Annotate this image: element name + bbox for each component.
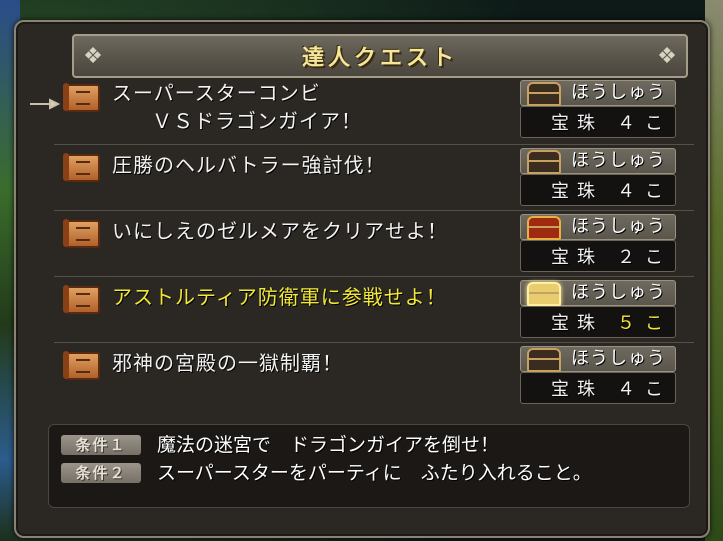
condition-text: 魔法の迷宮で ドラゴンガイアを倒せ！: [157, 434, 500, 456]
reward-box: ほうしゅう 宝珠 ４こ: [520, 80, 676, 138]
reward-header: ほうしゅう: [520, 80, 676, 106]
window-title: 達人クエスト: [301, 46, 458, 71]
reward-box: ほうしゅう 宝珠 ４こ: [520, 148, 676, 206]
quest-title: スーパースターコンビ: [112, 81, 321, 105]
treasure-chest-icon: [527, 82, 561, 106]
treasure-chest-icon: [527, 150, 561, 174]
quest-item-superstar-combi[interactable]: スーパースターコンビ ＶＳドラゴンガイア！ ほうしゅう 宝珠 ４こ: [54, 76, 694, 145]
quest-title: 圧勝のヘルバトラー強討伐！: [112, 153, 386, 177]
reward-label: ほうしゅう: [571, 282, 666, 303]
reward-item-name: 宝珠: [551, 247, 603, 268]
reward-body: 宝珠 ４こ: [520, 174, 676, 206]
quest-item-evil-god-palace[interactable]: 邪神の宮殿の一獄制覇！ ほうしゅう 宝珠 ４こ: [54, 342, 694, 408]
reward-label: ほうしゅう: [571, 82, 666, 103]
reward-count: ５こ: [617, 313, 673, 334]
reward-body: 宝珠 ２こ: [520, 240, 676, 272]
scroll-icon: [63, 153, 100, 182]
condition-text: スーパースターをパーティに ふたり入れること。: [157, 462, 592, 484]
reward-count: ４こ: [617, 113, 673, 134]
reward-box: ほうしゅう 宝珠 ２こ: [520, 214, 676, 272]
quest-item-zelmea[interactable]: いにしえのゼルメアをクリアせよ！ ほうしゅう 宝珠 ２こ: [54, 210, 694, 277]
treasure-chest-icon: [527, 348, 561, 372]
quest-list: スーパースターコンビ ＶＳドラゴンガイア！ ほうしゅう 宝珠 ４こ 圧勝のヘルバ…: [54, 76, 694, 410]
scroll-icon: [63, 351, 100, 380]
reward-header: ほうしゅう: [520, 214, 676, 240]
quest-item-astoltia-defense[interactable]: アストルティア防衛軍に参戦せよ！ ほうしゅう 宝珠 ５こ: [54, 276, 694, 343]
reward-body: 宝珠 ４こ: [520, 106, 676, 138]
quest-title-line2: ＶＳドラゴンガイア！: [152, 109, 362, 133]
reward-count: ４こ: [617, 181, 673, 202]
scroll-icon: [63, 285, 100, 314]
reward-item-name: 宝珠: [551, 113, 603, 134]
scroll-icon: [63, 219, 100, 248]
master-quest-window: ❖ 達人クエスト ❖ スーパースターコンビ ＶＳドラゴンガイア！ ほうしゅう 宝…: [14, 20, 710, 538]
reward-item-name: 宝珠: [551, 181, 603, 202]
reward-header: ほうしゅう: [520, 148, 676, 174]
condition-badge: 条件１: [61, 435, 141, 455]
scroll-icon: [63, 83, 100, 112]
reward-box: ほうしゅう 宝珠 ５こ: [520, 280, 676, 338]
reward-item-name: 宝珠: [551, 379, 603, 400]
reward-body: 宝珠 ５こ: [520, 306, 676, 338]
quest-title: いにしえのゼルメアをクリアせよ！: [112, 219, 448, 243]
reward-label: ほうしゅう: [571, 150, 666, 171]
ornament-icon: ❖: [657, 44, 677, 69]
reward-header: ほうしゅう: [520, 346, 676, 372]
quest-title: アストルティア防衛軍に参戦せよ！: [112, 285, 447, 309]
reward-body: 宝珠 ４こ: [520, 372, 676, 404]
quest-item-hellbattler[interactable]: 圧勝のヘルバトラー強討伐！ ほうしゅう 宝珠 ４こ: [54, 144, 694, 211]
reward-label: ほうしゅう: [571, 348, 666, 369]
reward-header: ほうしゅう: [520, 280, 676, 306]
reward-box: ほうしゅう 宝珠 ４こ: [520, 346, 676, 404]
reward-count: ４こ: [617, 379, 673, 400]
condition-badge: 条件２: [61, 463, 141, 483]
reward-item-name: 宝珠: [551, 313, 603, 334]
reward-count: ２こ: [617, 247, 673, 268]
quest-title: 邪神の宮殿の一獄制覇！: [112, 351, 343, 375]
conditions-panel: 条件１ 魔法の迷宮で ドラゴンガイアを倒せ！ 条件２ スーパースターをパーティに…: [48, 424, 690, 508]
title-bar: ❖ 達人クエスト ❖: [72, 34, 688, 78]
red-treasure-chest-icon: [527, 216, 561, 240]
gold-treasure-chest-icon: [527, 282, 561, 306]
reward-label: ほうしゅう: [571, 216, 666, 237]
